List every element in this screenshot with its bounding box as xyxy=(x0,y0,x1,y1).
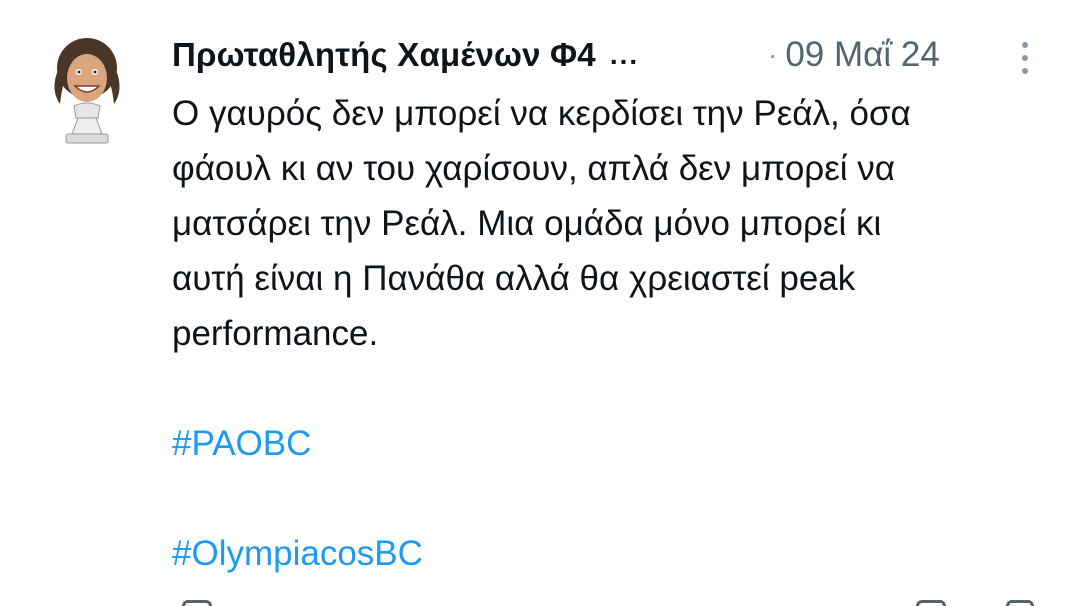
share-icon[interactable] xyxy=(1006,600,1034,606)
tweet-date[interactable]: 09 Μαΐ 24 xyxy=(785,35,939,75)
tweet-text-line: performance. xyxy=(172,314,379,353)
tweet-text-line: Ο γαυρός δεν μπορεί να κερδίσει την Ρεάλ… xyxy=(172,94,911,133)
tweet-meta: · 09 Μαΐ 24 xyxy=(768,30,940,80)
more-vertical-icon[interactable] xyxy=(1014,38,1036,78)
tweet-text-line: ματσάρει την Ρεάλ. Μια ομάδα μόνο μπορεί… xyxy=(172,204,882,243)
tweet-action-bar xyxy=(172,596,1052,606)
caricature-avatar-icon[interactable] xyxy=(32,30,142,148)
tweet-text: Ο γαυρός δεν μπορεί να κερδίσει την Ρεάλ… xyxy=(172,86,1062,581)
tweet-text-line: φάουλ κι αν του χαρίσουν, απλά δεν μπορε… xyxy=(172,149,896,188)
author-display-name[interactable]: Πρωταθλητής Χαμένων Φ4 xyxy=(172,36,596,74)
name-truncation: ... xyxy=(609,39,640,70)
bookmark-icon[interactable] xyxy=(916,600,946,606)
reply-icon[interactable] xyxy=(182,600,212,606)
meta-separator: · xyxy=(768,39,778,70)
tweet-card[interactable]: Πρωταθλητής Χαμένων Φ4 ... · 09 Μαΐ 24 Ο… xyxy=(0,0,1073,606)
tweet-text-line: αυτή είναι η Πανάθα αλλά θα χρειαστεί pe… xyxy=(172,259,856,298)
hashtag-link-paobc[interactable]: #PAOBC xyxy=(172,416,1062,471)
hashtag-link-olympiacosbc[interactable]: #OlympiacosBC xyxy=(172,526,1062,581)
